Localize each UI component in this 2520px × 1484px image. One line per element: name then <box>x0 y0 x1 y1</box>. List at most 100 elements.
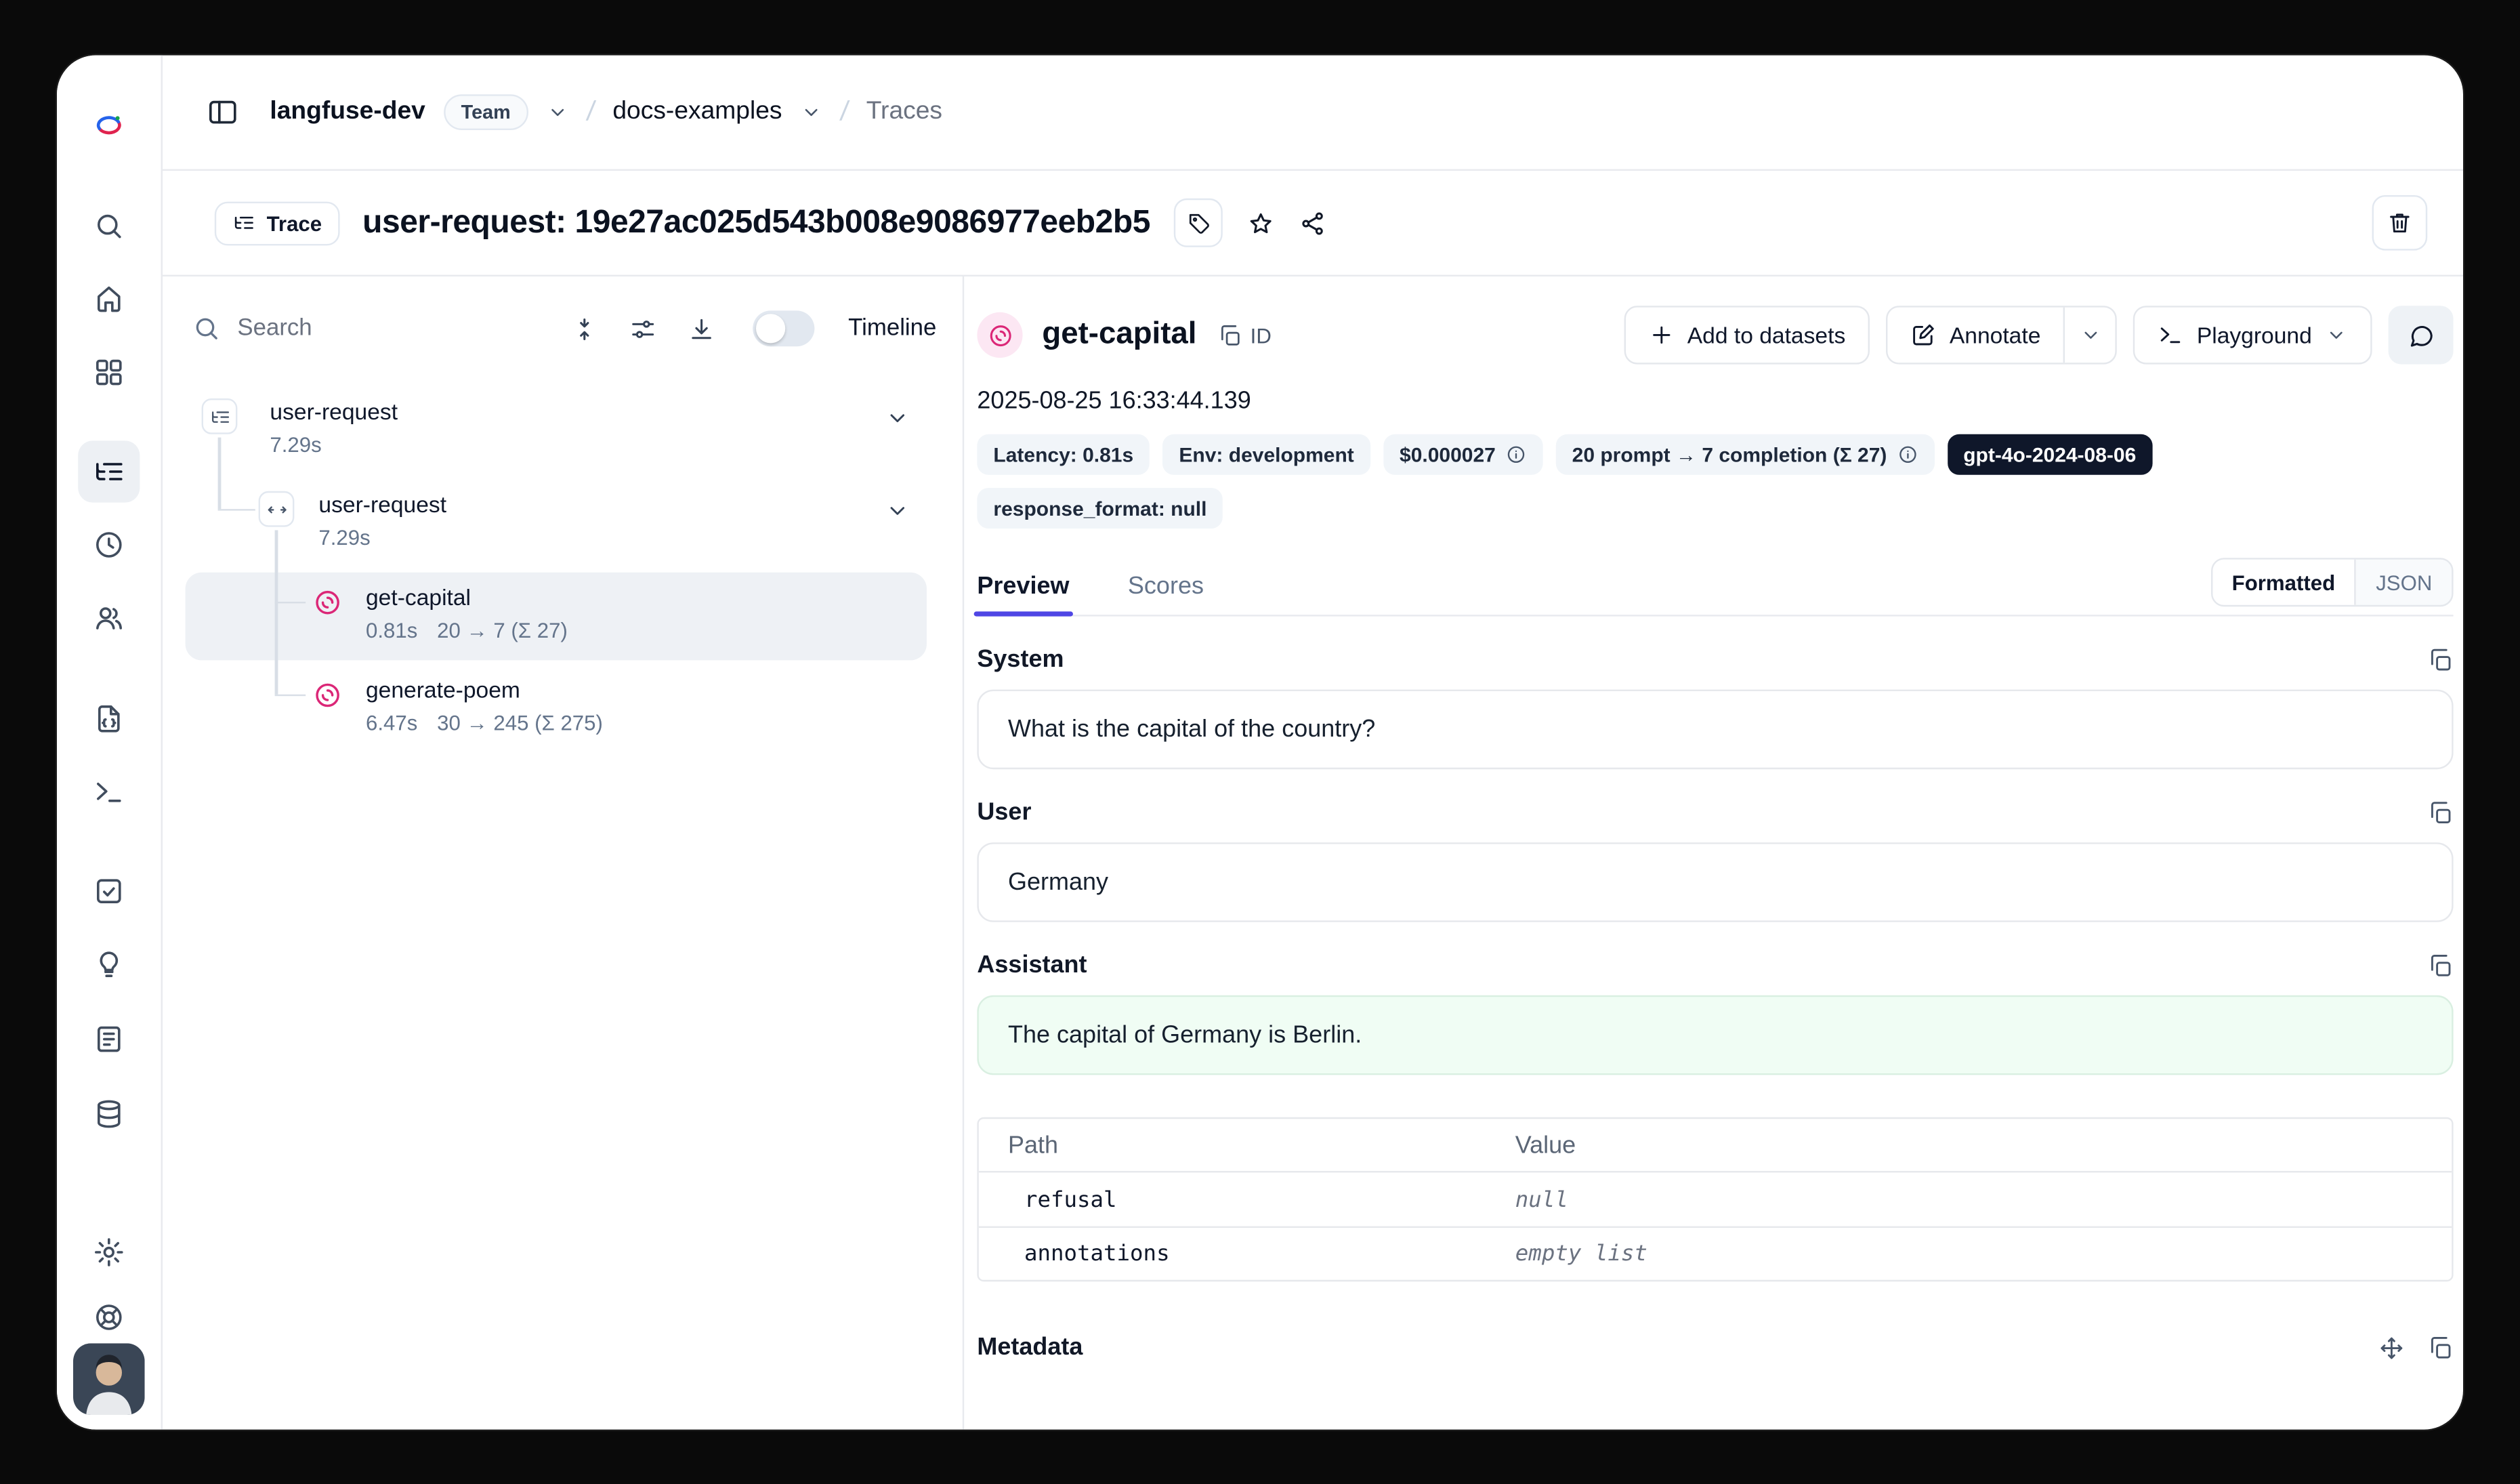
tokens-badge: 20 prompt → 7 completion (Σ 27) <box>1556 434 1934 475</box>
observation-timestamp: 2025-08-25 16:33:44.139 <box>977 387 2453 415</box>
tree-node-generation[interactable]: generate-poem 6.47s 30 → 245 (Σ 275) <box>186 665 927 754</box>
tab-scores[interactable]: Scores <box>1128 558 1204 615</box>
copy-icon[interactable] <box>2427 646 2453 672</box>
role-label: Assistant <box>977 951 1087 979</box>
value-cell: null <box>1515 1187 2452 1212</box>
info-icon[interactable] <box>1897 444 1918 465</box>
annotate-button[interactable]: Annotate <box>1888 308 2063 363</box>
trace-type-badge: Trace <box>215 201 340 245</box>
playground-icon[interactable] <box>78 761 140 823</box>
tree-node-label: user-request <box>318 491 446 517</box>
path-cell: annotations <box>979 1241 1515 1266</box>
users-icon[interactable] <box>78 587 140 648</box>
top-bar: langfuse-dev Team / docs-examples / Trac… <box>163 56 2463 171</box>
tree-node-span[interactable]: user-request 7.29s <box>186 480 927 568</box>
copy-icon[interactable] <box>2427 800 2453 825</box>
tab-preview[interactable]: Preview <box>977 558 1069 615</box>
table-row: annotations empty list <box>979 1227 2452 1280</box>
chevron-down-icon[interactable] <box>885 405 910 431</box>
star-icon[interactable] <box>1235 197 1287 249</box>
table-header-row: Path Value <box>979 1119 2452 1172</box>
message-assistant-content: The capital of Germany is Berlin. <box>977 995 2453 1075</box>
search-input[interactable] <box>237 316 547 342</box>
tree-connector <box>218 508 255 511</box>
info-icon[interactable] <box>1505 444 1526 465</box>
toggle-knob <box>755 314 784 343</box>
generation-node-icon <box>309 676 345 712</box>
cost-badge: $0.000027 <box>1383 434 1542 475</box>
trace-title: user-request: 19e27ac025d543b008e9086977… <box>362 204 1150 241</box>
observation-detail-pane: get-capital ID Add to datasets <box>964 276 2463 1430</box>
project-name[interactable]: docs-examples <box>612 98 782 127</box>
tree-connector <box>218 438 221 510</box>
id-label: ID <box>1251 323 1272 347</box>
org-chevron-down-icon[interactable] <box>547 101 570 124</box>
tree-node-duration: 7.29s <box>270 432 321 457</box>
tree-node-duration: 0.81s <box>366 618 417 642</box>
user-avatar[interactable] <box>73 1343 145 1415</box>
comment-button[interactable] <box>2389 306 2454 364</box>
project-chevron-down-icon[interactable] <box>800 101 823 124</box>
breadcrumb-separator: / <box>585 96 597 129</box>
format-json[interactable]: JSON <box>2356 560 2452 605</box>
metadata-section-header: Metadata <box>977 1334 2453 1361</box>
view-options-icon[interactable] <box>623 308 665 350</box>
content-area: Timeline user-request 7.29s <box>163 276 2463 1430</box>
support-icon[interactable] <box>78 1286 140 1348</box>
settings-gear-icon[interactable] <box>78 1221 140 1283</box>
trace-header-bar: Trace user-request: 19e27ac025d543b008e9… <box>163 171 2463 276</box>
move-icon[interactable] <box>2378 1334 2404 1360</box>
judge-icon[interactable] <box>78 934 140 995</box>
annotation-icon[interactable] <box>78 1008 140 1070</box>
timeline-toggle[interactable] <box>753 310 814 346</box>
badge-row: Latency: 0.81s Env: development $0.00002… <box>977 434 2453 475</box>
copy-id-button[interactable]: ID <box>1218 323 1272 347</box>
copy-icon[interactable] <box>2427 952 2453 978</box>
breadcrumb-page[interactable]: Traces <box>866 98 942 127</box>
trace-tree-pane: Timeline user-request 7.29s <box>163 276 964 1430</box>
org-name[interactable]: langfuse-dev <box>270 98 425 127</box>
tracing-icon[interactable] <box>78 440 140 502</box>
delete-trace-button[interactable] <box>2372 195 2428 251</box>
prompts-icon[interactable] <box>78 688 140 749</box>
evaluation-icon[interactable] <box>78 861 140 922</box>
tree-node-generation-selected[interactable]: get-capital 0.81s 20 → 7 (Σ 27) <box>186 573 927 661</box>
detail-tabs: Preview Scores Formatted JSON <box>977 558 2453 616</box>
tree-node-duration: 6.47s <box>366 711 417 735</box>
tree-connector <box>275 694 306 697</box>
sessions-icon[interactable] <box>78 514 140 575</box>
collapse-all-icon[interactable] <box>564 308 606 350</box>
sidebar-toggle-icon[interactable] <box>195 85 251 140</box>
dashboards-icon[interactable] <box>78 342 140 403</box>
latency-badge: Latency: 0.81s <box>977 434 1150 475</box>
playground-button[interactable]: Playground <box>2133 306 2372 364</box>
trace-tree: user-request 7.29s user-request 7.29s <box>163 387 963 777</box>
app-window: langfuse-dev Team / docs-examples / Trac… <box>57 56 2463 1430</box>
annotate-chevron-down-icon[interactable] <box>2063 308 2116 363</box>
tree-node-label: user-request <box>270 398 398 424</box>
action-buttons: Add to datasets Annotate <box>1624 306 2453 364</box>
span-node-icon <box>259 491 295 527</box>
share-icon[interactable] <box>1287 197 1339 249</box>
search-icon[interactable] <box>78 195 140 257</box>
copy-icon[interactable] <box>2427 1334 2453 1360</box>
annotate-split-button: Annotate <box>1886 306 2117 364</box>
main-column: langfuse-dev Team / docs-examples / Trac… <box>163 56 2463 1430</box>
add-to-datasets-button[interactable]: Add to datasets <box>1624 306 1870 364</box>
home-icon[interactable] <box>78 268 140 330</box>
chevron-down-icon[interactable] <box>885 497 910 523</box>
metadata-label: Metadata <box>977 1334 1083 1361</box>
langfuse-logo[interactable] <box>78 94 140 156</box>
observation-title: get-capital <box>1042 317 1196 353</box>
role-label: System <box>977 646 1064 674</box>
screen: langfuse-dev Team / docs-examples / Trac… <box>0 0 2520 1484</box>
download-icon[interactable] <box>681 308 723 350</box>
message-assistant-header: Assistant <box>977 951 2453 979</box>
generation-icon <box>977 312 1022 358</box>
tag-icon[interactable] <box>1175 199 1223 247</box>
format-formatted[interactable]: Formatted <box>2212 560 2357 605</box>
message-user-header: User <box>977 798 2453 826</box>
tree-node-trace[interactable]: user-request 7.29s <box>186 387 927 475</box>
model-badge[interactable]: gpt-4o-2024-08-06 <box>1947 434 2152 475</box>
datasets-icon[interactable] <box>78 1083 140 1145</box>
